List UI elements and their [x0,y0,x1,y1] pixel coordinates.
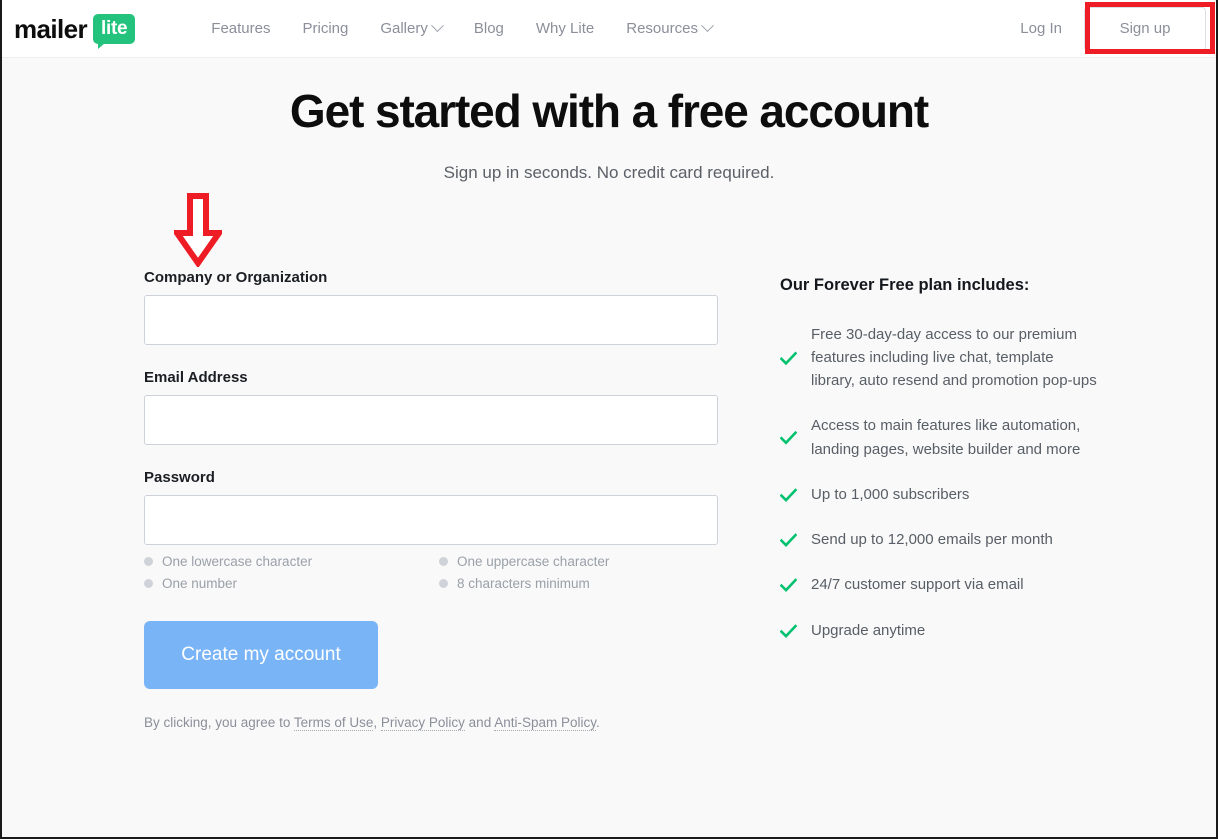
requirement-label: One uppercase character [457,553,610,569]
bullet-dot-icon [439,578,448,588]
header-actions: Log In Sign up [1020,0,1216,57]
field-password: Password [144,469,718,545]
check-icon [780,533,797,548]
company-field-label: Company or Organization [144,268,328,286]
content-columns: Company or Organization Email Address Pa… [2,192,1216,731]
create-account-button[interactable]: Create my account [144,620,378,689]
anti-spam-policy-link[interactable]: Anti-Spam Policy [494,714,596,731]
hero-subtitle: Sign up in seconds. No credit card requi… [443,162,775,182]
email-field-label: Email Address [144,368,248,386]
nav-label: Why Lite [535,20,595,37]
page-title: Get started with a free account [289,85,929,137]
requirement-label: 8 characters minimum [457,575,590,591]
legal-disclaimer: By clicking, you agree to Terms of Use, … [144,714,718,731]
signup-button[interactable]: Sign up [1084,6,1206,51]
chevron-down-icon [430,19,444,33]
terms-of-use-link[interactable]: Terms of Use [293,714,374,731]
password-input[interactable] [144,494,718,545]
check-icon [780,351,797,365]
bullet-dot-icon [439,556,448,566]
password-requirement: One number [144,576,439,591]
benefit-item: 24/7 customer support via email [780,573,1100,596]
benefit-item: Up to 1,000 subscribers [780,483,1100,506]
benefit-label: Access to main features like automation,… [811,417,1081,458]
benefit-label: Upgrade anytime [811,621,926,639]
legal-suffix: . [596,714,600,730]
bullet-dot-icon [144,578,153,588]
check-icon [780,623,797,638]
check-icon [780,488,797,502]
nav-label: Gallery [380,20,428,37]
brand-wordmark: mailer [14,13,88,44]
bullet-dot-icon [144,556,153,566]
password-requirement: One uppercase character [439,554,718,569]
requirement-label: One number [162,575,238,591]
field-email: Email Address [144,369,718,445]
benefit-label: Free 30-day-day access to our premium fe… [811,325,1097,390]
benefits-panel: Our Forever Free plan includes: Free 30-… [780,269,1100,730]
page-root: mailer lite Features Pricing Gallery Blo… [0,0,1218,839]
benefit-label: 24/7 customer support via email [811,576,1024,594]
site-header: mailer lite Features Pricing Gallery Blo… [2,0,1216,58]
password-field-label: Password [144,468,215,486]
check-icon [780,578,797,593]
nav-item-features[interactable]: Features [211,20,270,37]
requirement-label: One lowercase character [162,553,313,569]
benefit-item: Access to main features like automation,… [780,414,1100,461]
benefit-item: Free 30-day-day access to our premium fe… [780,323,1100,393]
signup-form: Company or Organization Email Address Pa… [144,192,718,731]
benefit-item: Upgrade anytime [780,619,1100,642]
annotation-arrow-down [174,192,222,267]
benefit-item: Send up to 12,000 emails per month [780,528,1100,551]
nav-label: Pricing [302,20,349,37]
check-icon [780,431,797,445]
login-link[interactable]: Log In [1020,20,1062,37]
nav-item-pricing[interactable]: Pricing [302,20,348,37]
password-requirement: One lowercase character [144,554,439,569]
field-company: Company or Organization [144,269,718,345]
password-requirements: One lowercase character One uppercase ch… [144,554,718,591]
nav-item-gallery[interactable]: Gallery [380,19,444,37]
benefit-label: Up to 1,000 subscribers [811,485,970,503]
main-nav: Features Pricing Gallery Blog Why Lite R… [211,19,714,37]
nav-item-why-lite[interactable]: Why Lite [536,20,594,37]
privacy-policy-link[interactable]: Privacy Policy [380,714,465,731]
password-requirement: 8 characters minimum [439,576,718,591]
brand-badge-lite: lite [93,13,136,49]
benefit-label: Send up to 12,000 emails per month [811,531,1053,549]
nav-label: Resources [626,20,698,37]
legal-sep1: , [373,714,381,730]
chevron-down-icon [701,19,714,33]
legal-prefix: By clicking, you agree to [144,714,294,730]
benefits-title: Our Forever Free plan includes: [780,275,1030,294]
legal-sep2: and [464,714,495,730]
nav-label: Features [211,20,271,37]
brand-logo[interactable]: mailer lite [14,9,136,49]
email-input[interactable] [144,394,718,445]
company-input[interactable] [144,294,718,345]
hero-section: Get started with a free account Sign up … [2,58,1216,183]
nav-item-resources[interactable]: Resources [626,19,714,37]
nav-item-blog[interactable]: Blog [474,20,504,37]
nav-label: Blog [473,20,504,37]
